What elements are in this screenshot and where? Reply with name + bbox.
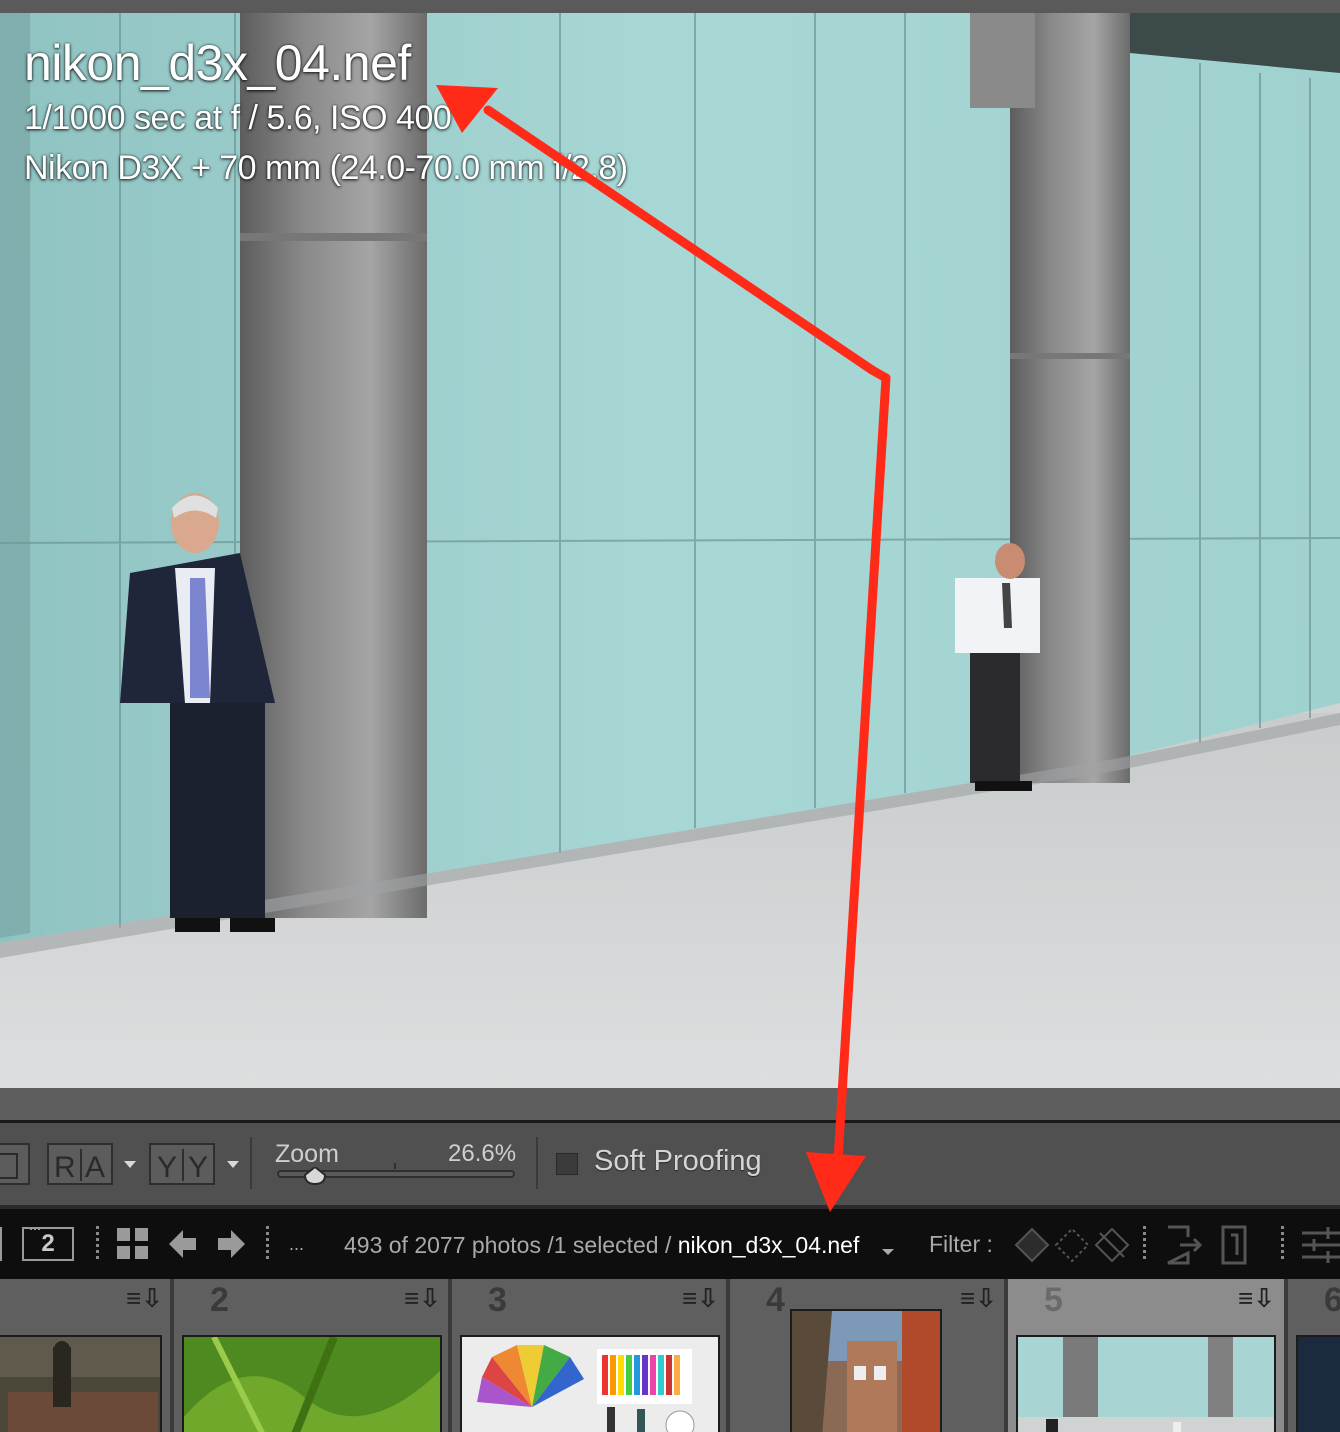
zoom-slider-tick [394,1163,396,1169]
filmstrip-source-info[interactable]: 493 of 2077 photos /1 selected / nikon_d… [344,1232,859,1259]
sort-icon: ≡⇩ [960,1283,997,1313]
sort-icon: ≡⇩ [1238,1283,1275,1313]
cell-number: 4 [766,1281,785,1319]
photo-exposure: 1/1000 sec at f / 5.6, ISO 400 [24,99,452,137]
filmstrip-cell[interactable]: 3 ≡⇩ [452,1279,730,1432]
filmstrip-cell[interactable]: ≡⇩ [0,1279,174,1432]
filmstrip-cell[interactable]: 2 ≡⇩ [174,1279,452,1432]
filter-label: Filter : [929,1231,993,1257]
cell-number: 5 [1044,1281,1063,1319]
header-separator [96,1226,99,1262]
split-chevron-down-icon[interactable] [227,1161,239,1168]
window-dots [30,1227,40,1230]
sort-icon: ≡⇩ [126,1283,163,1313]
flag-filter-icons[interactable] [1012,1225,1130,1270]
thumbnail[interactable] [790,1309,942,1432]
divider [80,1149,82,1181]
filmstrip-cell[interactable]: 4 ≡⇩ [730,1279,1008,1432]
sort-icon: ≡⇩ [404,1283,441,1313]
filter-settings-icon[interactable] [1302,1227,1340,1268]
top-border [0,0,1340,13]
photo-camera: Nikon D3X + 70 mm (24.0-70.0 mm f/2.8) [24,149,628,187]
thumbnail[interactable] [1296,1335,1340,1432]
main-window-button[interactable] [0,1227,2,1261]
filmstrip-cell[interactable]: 6 [1288,1279,1340,1432]
zoom-slider-thumb[interactable] [303,1165,326,1186]
virtual-copy-filter-icon[interactable] [1221,1225,1253,1270]
source-ellipsis[interactable]: ... [289,1234,304,1255]
current-file-name: nikon_d3x_04.nef [677,1232,860,1258]
grid-view-icon[interactable] [117,1228,149,1265]
photo-info-overlay: nikon_d3x_04.nef 1/1000 sec at f / 5.6, … [24,33,628,193]
thumbnail[interactable] [182,1335,442,1432]
rejected-filter-icon[interactable] [1166,1225,1206,1270]
next-arrow-icon[interactable] [217,1229,245,1264]
photo-filename: nikon_d3x_04.nef [24,35,411,91]
thumbnail[interactable] [0,1335,162,1432]
header-separator [1281,1226,1284,1262]
before-after-right-label: A [85,1151,106,1184]
loupe-toolbar: R A Y Y Zoom 26.6% Soft Proofing [0,1123,1340,1209]
before-after-button[interactable]: R A [47,1143,113,1185]
header-separator [1143,1226,1146,1262]
filmstrip: ≡⇩ 2 ≡⇩ 3 ≡⇩ 4 ≡⇩ 5 ≡⇩ [0,1279,1340,1432]
cell-number: 6 [1324,1281,1340,1320]
loupe-view-button[interactable] [0,1143,30,1185]
filmstrip-header: 2 ... 493 of 2077 photos /1 selected / n… [0,1209,1340,1279]
zoom-label: Zoom [275,1140,339,1168]
before-after-left-label: R [54,1151,76,1184]
photo-count-text: 493 of 2077 photos /1 selected / [344,1232,672,1258]
cell-number: 2 [210,1281,229,1319]
toolbar-separator [536,1137,538,1189]
toolbar-separator [250,1137,252,1189]
zoom-value: 26.6% [448,1140,517,1167]
soft-proofing-label[interactable]: Soft Proofing [594,1145,762,1178]
thumbnail-selected[interactable] [1016,1335,1276,1432]
panel-divider [0,1088,1340,1123]
previous-arrow-icon[interactable] [169,1229,197,1264]
header-separator [266,1226,269,1262]
divider [182,1149,184,1181]
thumbnail[interactable] [460,1335,720,1432]
soft-proofing-checkbox[interactable] [556,1153,578,1175]
secondary-window-button[interactable]: 2 [22,1227,74,1261]
secondary-window-label: 2 [41,1230,55,1257]
loupe-view[interactable]: nikon_d3x_04.nef 1/1000 sec at f / 5.6, … [0,13,1340,1088]
source-chevron-down-icon[interactable] [882,1249,894,1255]
split-right-label: Y [188,1151,209,1184]
loupe-icon [0,1153,18,1179]
before-after-split-button[interactable]: Y Y [149,1143,215,1185]
filmstrip-cell-selected[interactable]: 5 ≡⇩ [1008,1279,1288,1432]
sort-icon: ≡⇩ [682,1283,719,1313]
split-left-label: Y [157,1151,178,1184]
cell-number: 3 [488,1281,507,1319]
before-after-chevron-down-icon[interactable] [124,1161,136,1168]
